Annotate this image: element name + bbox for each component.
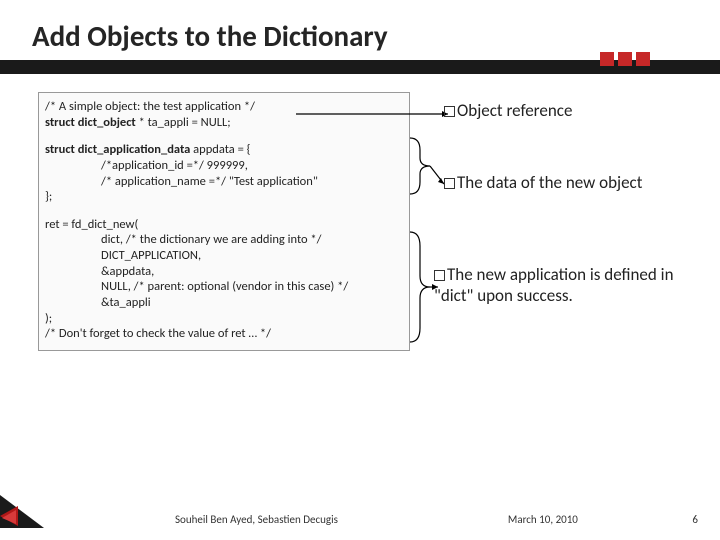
code-line: DICT_APPLICATION, [45, 248, 403, 264]
code-line: /*application_id =*/ 999999, [45, 158, 403, 174]
code-line: &ta_appli [45, 295, 403, 311]
code-line: }; [45, 189, 403, 205]
callout-2: The data of the new object [444, 172, 698, 193]
code-block-2: struct dict_application_data appdata = {… [45, 142, 403, 205]
footer-page-number: 6 [692, 513, 698, 526]
code-line: struct dict_object * ta_appli = NULL; [45, 115, 403, 131]
code-block: /* A simple object: the test application… [38, 92, 410, 351]
bullet-icon [434, 270, 445, 281]
accent-dots [600, 52, 650, 66]
code-line: /* application_name =*/ "Test applicatio… [45, 174, 403, 190]
bullet-icon [444, 106, 455, 117]
footer-date: March 10, 2010 [508, 513, 578, 526]
code-line: NULL, /* parent: optional (vendor in thi… [45, 279, 403, 295]
code-block-1: /* A simple object: the test application… [45, 99, 403, 130]
connector-brace-2 [408, 138, 448, 194]
footer: Souheil Ben Ayed, Sebastien Decugis Marc… [0, 513, 720, 526]
code-line: ret = fd_dict_new( [45, 217, 403, 233]
callouts-column: Object reference The data of the new obj… [418, 92, 702, 351]
divider-bar [0, 60, 720, 74]
bullet-icon [444, 178, 455, 189]
code-line: dict, /* the dictionary we are adding in… [45, 232, 403, 248]
code-block-3: ret = fd_dict_new( dict, /* the dictiona… [45, 217, 403, 342]
code-line: ); [45, 311, 403, 327]
code-line: /* A simple object: the test application… [45, 99, 403, 115]
content-area: /* A simple object: the test application… [0, 74, 720, 351]
footer-author: Souheil Ben Ayed, Sebastien Decugis [175, 513, 338, 526]
code-line: struct dict_application_data appdata = { [45, 142, 403, 158]
slide-title: Add Objects to the Dictionary [0, 0, 720, 58]
callout-1: Object reference [444, 100, 698, 121]
code-line: &appdata, [45, 264, 403, 280]
callout-3: The new application is defined in "dict"… [434, 264, 698, 306]
corner-decoration-icon [0, 486, 44, 528]
code-line: /* Don't forget to check the value of re… [45, 326, 403, 342]
